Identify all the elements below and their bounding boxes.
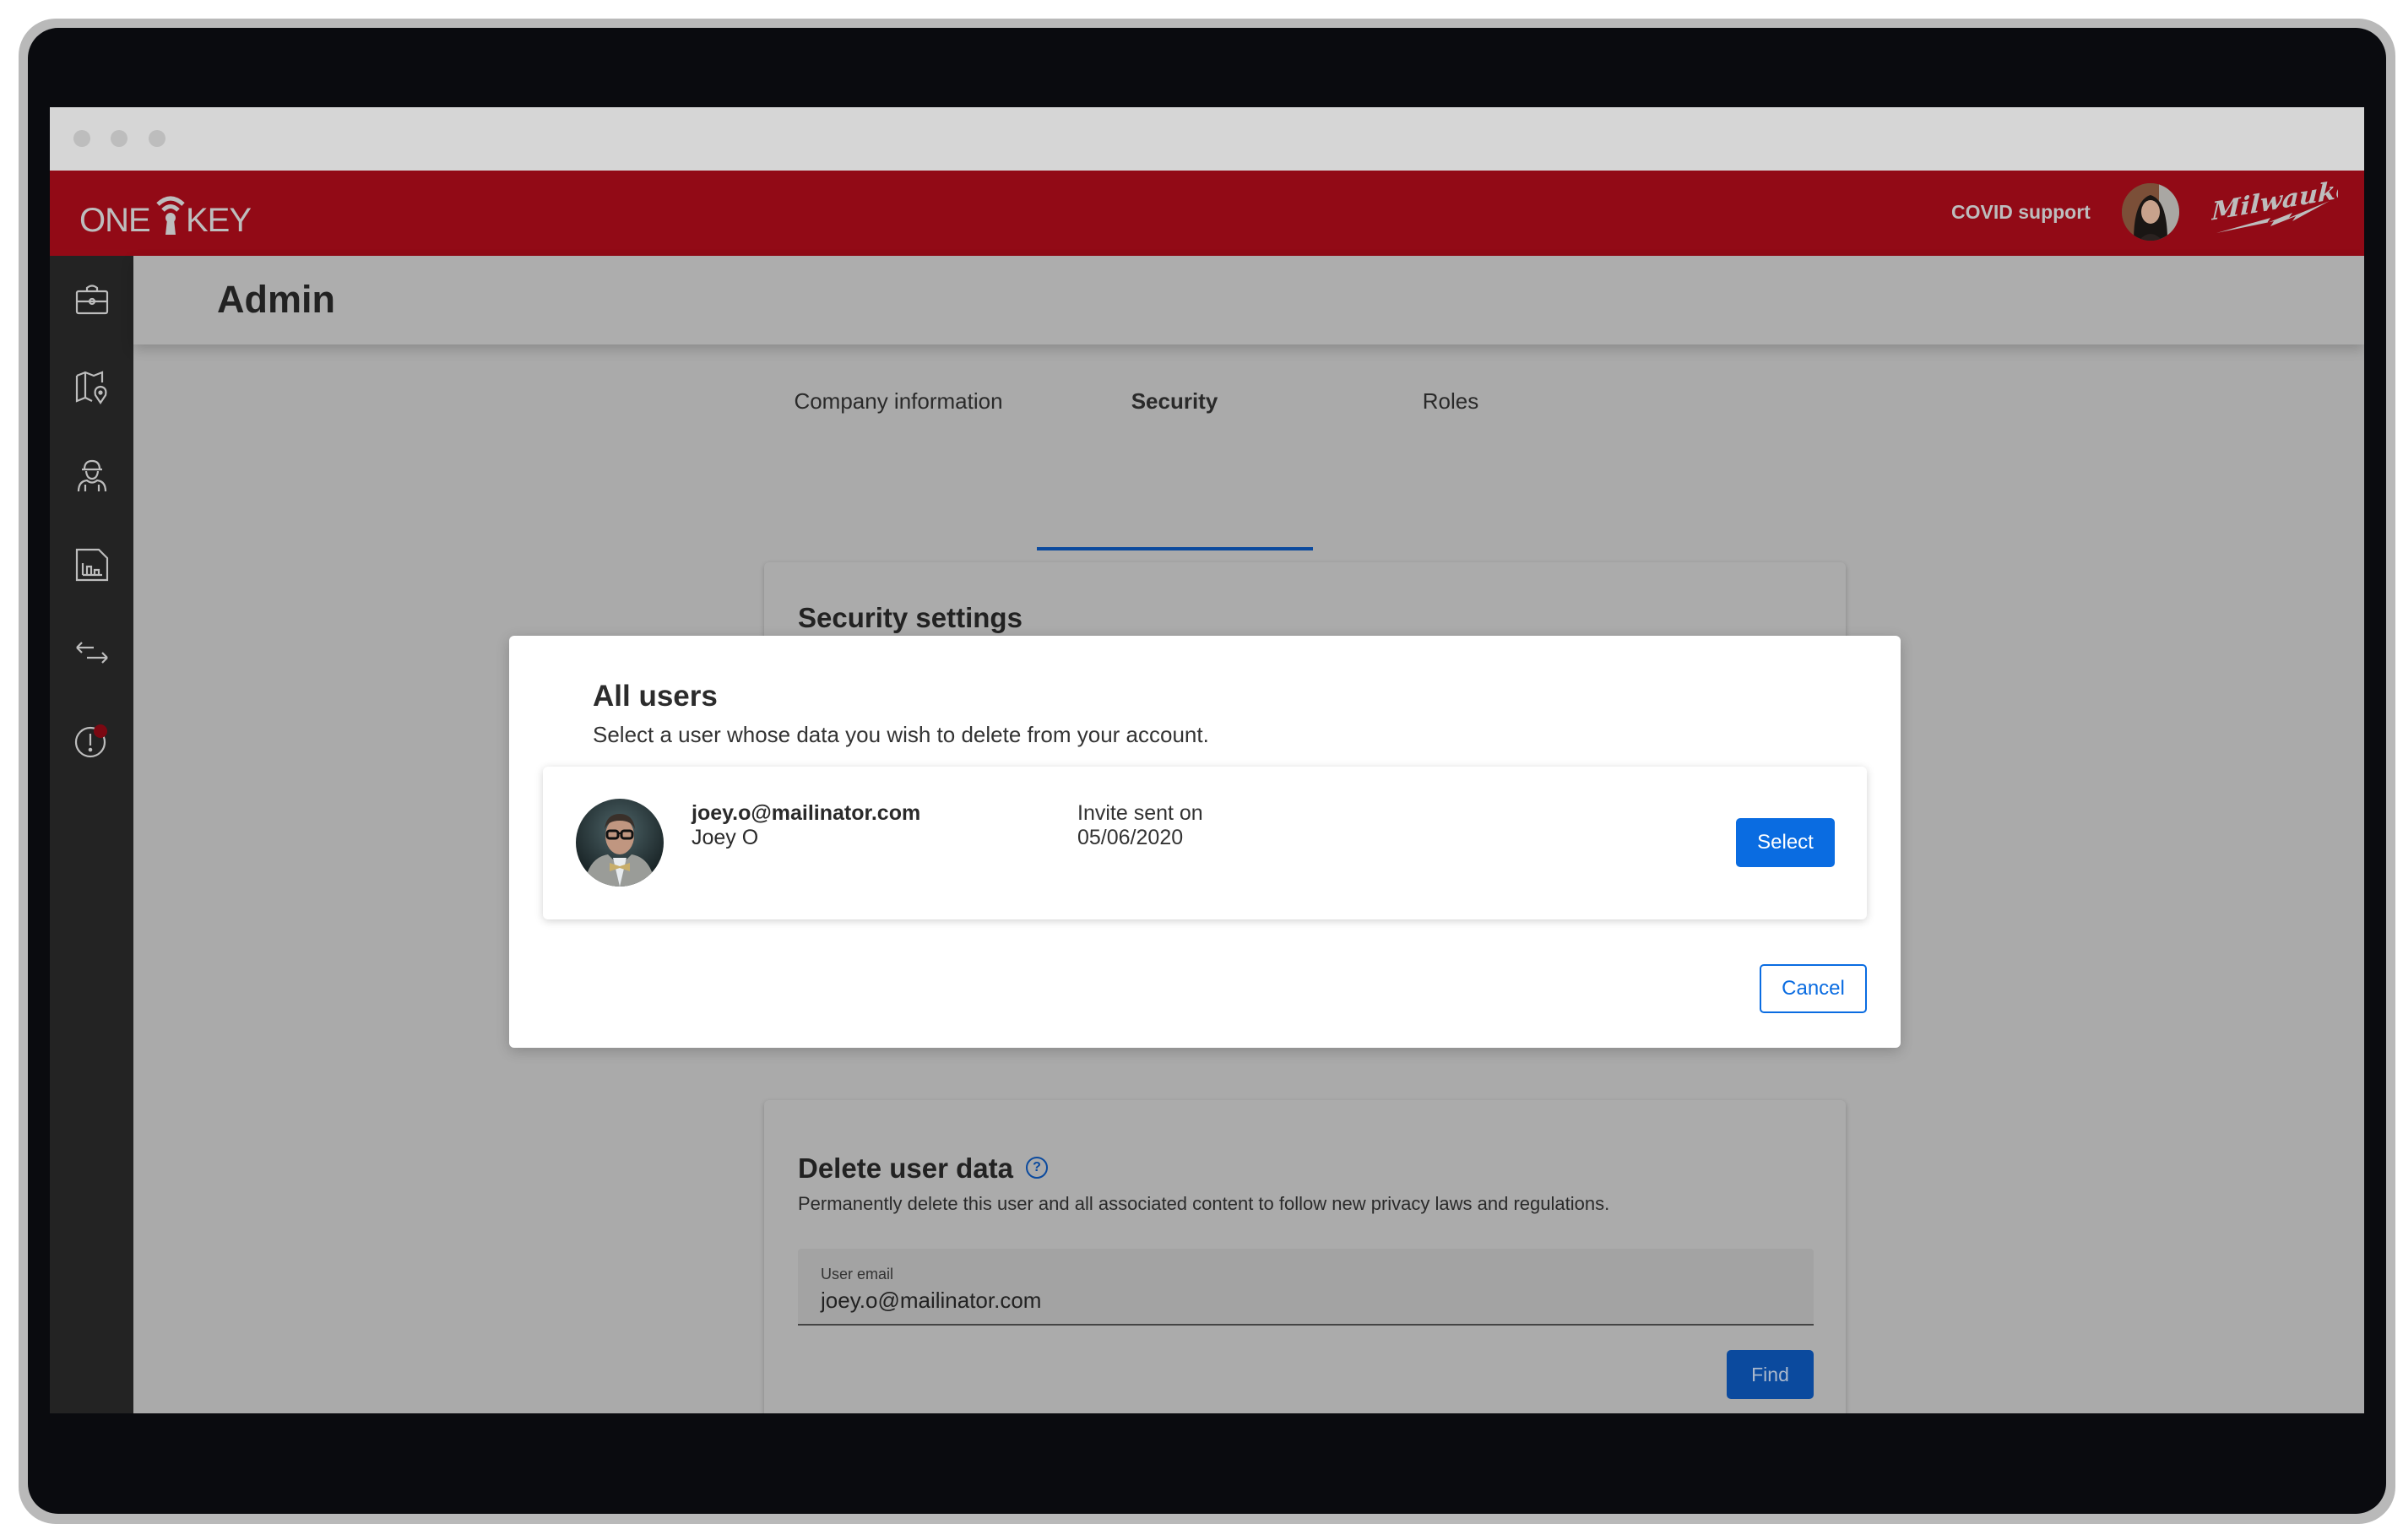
security-settings-title: Security settings [798, 602, 1022, 633]
tab-company-information[interactable]: Company information [794, 388, 1002, 415]
find-button[interactable]: Find [1727, 1350, 1814, 1399]
browser-window: ONE KEY COVID support Milwaukee Admin Co… [50, 107, 2364, 1413]
alert-icon[interactable] [73, 722, 111, 759]
all-users-modal: All users Select a user whose data you w… [509, 636, 1901, 1048]
user-name: Joey O [692, 826, 759, 849]
report-chart-icon[interactable] [73, 546, 111, 583]
tab-roles[interactable]: Roles [1423, 388, 1478, 415]
cancel-button[interactable]: Cancel [1760, 964, 1867, 1013]
user-avatar[interactable] [2122, 183, 2179, 241]
toolbox-icon[interactable] [73, 281, 111, 318]
window-minimize-dot[interactable] [111, 130, 127, 147]
transfer-arrows-icon[interactable] [73, 634, 111, 671]
tab-security[interactable]: Security [1131, 388, 1218, 415]
svg-text:KEY: KEY [186, 202, 251, 238]
modal-title: All users [593, 680, 718, 713]
user-email-field[interactable]: User email joey.o@mailinator.com [798, 1249, 1814, 1326]
user-email-value[interactable]: joey.o@mailinator.com [821, 1288, 1041, 1314]
invite-label: Invite sent on [1077, 801, 1203, 825]
invite-date: 05/06/2020 [1077, 826, 1184, 849]
active-tab-indicator [1037, 547, 1313, 550]
svg-text:ONE: ONE [79, 202, 150, 238]
window-close-dot[interactable] [73, 130, 90, 147]
user-avatar-joey [576, 799, 664, 887]
notification-badge [94, 724, 107, 738]
select-user-button[interactable]: Select [1736, 818, 1835, 867]
user-list-item: joey.o@mailinator.com Joey O Invite sent… [543, 767, 1867, 919]
sidebar [50, 256, 133, 1413]
app-header: ONE KEY COVID support Milwaukee [50, 171, 2364, 256]
delete-user-data-title: Delete user data [798, 1152, 1013, 1184]
modal-subtitle: Select a user whose data you wish to del… [593, 722, 1209, 747]
milwaukee-logo[interactable]: Milwaukee [2211, 181, 2338, 240]
window-maximize-dot[interactable] [149, 130, 165, 147]
user-email-label: User email [821, 1266, 894, 1282]
map-pin-icon[interactable] [73, 369, 111, 406]
page-title: Admin [217, 278, 335, 321]
delete-user-data-description: Permanently delete this user and all ass… [798, 1193, 1610, 1214]
browser-titlebar [50, 107, 2364, 171]
help-icon[interactable]: ? [1026, 1157, 1048, 1179]
covid-support-link[interactable]: COVID support [1951, 201, 2091, 224]
page-header: Admin [133, 256, 2364, 344]
user-email: joey.o@mailinator.com [692, 801, 921, 825]
one-key-logo[interactable]: ONE KEY [79, 187, 307, 238]
worker-icon[interactable] [73, 458, 111, 495]
